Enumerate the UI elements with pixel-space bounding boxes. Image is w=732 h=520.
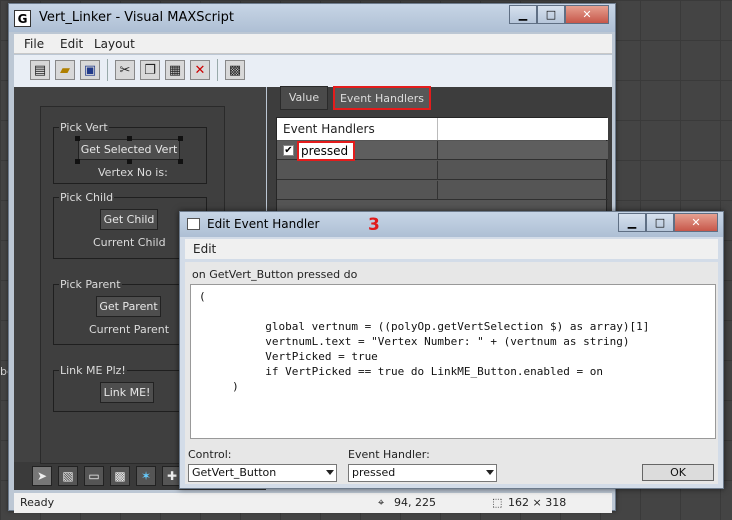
event-handler-dropdown[interactable]: pressed — [348, 464, 497, 482]
event-handler-dropdown-value: pressed — [352, 466, 396, 479]
button-tool-icon[interactable]: ▭ — [84, 466, 104, 486]
copy-icon[interactable]: ❐ — [140, 60, 160, 80]
menu-edit[interactable]: Edit — [60, 37, 83, 51]
code-editor[interactable]: ( global vertnum = ((polyOp.getVertSelec… — [190, 284, 716, 439]
annotation-badge: 3 — [368, 215, 380, 235]
get-parent-button[interactable]: Get Parent — [96, 296, 161, 317]
map-tool-icon[interactable]: ✶ — [136, 466, 156, 486]
menu-bar: File Edit Layout — [14, 34, 612, 54]
pressed-handler-label[interactable]: pressed — [297, 141, 355, 161]
paste-icon[interactable]: ▦ — [165, 60, 185, 80]
dialog-app-icon — [187, 218, 200, 230]
get-child-button[interactable]: Get Child — [100, 209, 158, 230]
ok-button[interactable]: OK — [642, 464, 714, 481]
dialog-maximize-button[interactable]: □ — [646, 213, 674, 232]
pointer-tool-icon[interactable]: ➤ — [32, 466, 52, 486]
selection-handle[interactable] — [75, 136, 80, 141]
title-bar[interactable]: G Vert_Linker - Visual MAXScript ▁ □ ✕ — [9, 4, 615, 32]
toolbar-separator — [217, 59, 218, 81]
group-label: Pick Child — [59, 191, 115, 204]
group-label: Pick Vert — [59, 121, 109, 134]
event-handler-grid: Event Handlers ✔ pressed — [276, 117, 608, 212]
selection-handle[interactable] — [178, 159, 183, 164]
group-label: Pick Parent — [59, 278, 122, 291]
handler-header-text: on GetVert_Button pressed do — [192, 268, 358, 281]
current-child-label: Current Child — [93, 236, 166, 249]
selection-handle[interactable] — [178, 136, 183, 141]
dialog-title-bar[interactable]: Edit Event Handler 3 ▁ □ ✕ — [180, 212, 723, 237]
save-icon[interactable]: ▣ — [80, 60, 100, 80]
status-bar: Ready ⌖ 94, 225 ⬚ 162 × 318 — [14, 493, 612, 513]
maximize-button[interactable]: □ — [537, 5, 565, 24]
table-row[interactable]: ✔ pressed — [277, 141, 608, 161]
pressed-checkbox[interactable]: ✔ — [283, 145, 294, 156]
column-divider — [437, 118, 438, 140]
grid-header: Event Handlers — [277, 118, 608, 140]
app-icon: G — [14, 10, 31, 27]
column-divider — [437, 181, 438, 200]
current-parent-label: Current Parent — [89, 323, 170, 336]
dialog-menu-bar: Edit — [185, 239, 718, 259]
column-divider — [437, 141, 438, 160]
cursor-coords-icon: ⌖ — [378, 496, 385, 509]
window-title: Vert_Linker - Visual MAXScript — [39, 10, 234, 25]
group-label: Link ME Plz! — [59, 364, 127, 377]
table-row[interactable] — [277, 161, 608, 180]
get-selected-vert-button[interactable]: Get Selected Vert — [78, 139, 180, 160]
tab-value[interactable]: Value — [280, 86, 328, 110]
edit-event-handler-dialog: Edit Event Handler 3 ▁ □ ✕ Edit on GetVe… — [179, 211, 724, 489]
close-button[interactable]: ✕ — [565, 5, 609, 24]
dialog-menu-edit[interactable]: Edit — [193, 242, 216, 256]
chevron-down-icon — [486, 470, 494, 475]
column-divider — [437, 161, 438, 180]
cursor-coords: 94, 225 — [394, 496, 436, 509]
link-me-button[interactable]: Link ME! — [100, 382, 154, 403]
selection-size-icon: ⬚ — [492, 496, 503, 509]
cut-icon[interactable]: ✂ — [115, 60, 135, 80]
vertex-no-label: Vertex No is: — [98, 166, 168, 179]
minimize-button[interactable]: ▁ — [509, 5, 537, 24]
selection-size: 162 × 318 — [508, 496, 567, 509]
dialog-minimize-button[interactable]: ▁ — [618, 213, 646, 232]
selection-handle[interactable] — [127, 136, 132, 141]
event-handler-label: Event Handler: — [348, 448, 430, 461]
menu-layout[interactable]: Layout — [94, 37, 135, 51]
dialog-body: on GetVert_Button pressed do ( global ve… — [185, 262, 718, 484]
selection-handle[interactable] — [127, 159, 132, 164]
checker-tool-icon[interactable]: ▩ — [110, 466, 130, 486]
status-text: Ready — [20, 496, 55, 509]
toolbar-separator — [107, 59, 108, 81]
bitmap-tool-icon[interactable]: ▧ — [58, 466, 78, 486]
dialog-title: Edit Event Handler — [207, 217, 320, 231]
control-dropdown-value: GetVert_Button — [192, 466, 277, 479]
control-dropdown[interactable]: GetVert_Button — [188, 464, 337, 482]
table-row[interactable] — [277, 181, 608, 200]
open-icon[interactable]: ▰ — [55, 60, 75, 80]
control-label: Control: — [188, 448, 232, 461]
grid-icon[interactable]: ▩ — [225, 60, 245, 80]
new-icon[interactable]: ▤ — [30, 60, 50, 80]
toolbar: ▤ ▰ ▣ ✂ ❐ ▦ ✕ ▩ — [14, 55, 612, 87]
delete-icon[interactable]: ✕ — [190, 60, 210, 80]
selection-handle[interactable] — [75, 159, 80, 164]
tab-event-handlers[interactable]: Event Handlers — [333, 86, 431, 110]
menu-file[interactable]: File — [24, 37, 44, 51]
chevron-down-icon — [326, 470, 334, 475]
dialog-close-button[interactable]: ✕ — [674, 213, 718, 232]
grid-header-label: Event Handlers — [283, 122, 375, 136]
